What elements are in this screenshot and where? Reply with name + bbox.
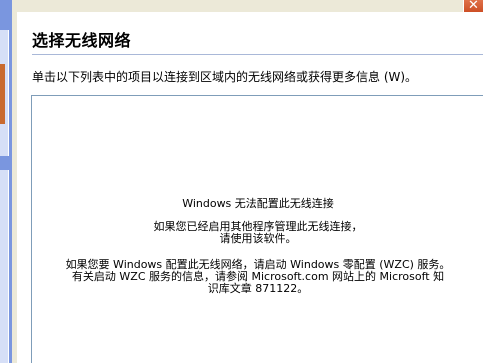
list-message-other-program-cont: 请使用该软件。 bbox=[219, 232, 297, 245]
list-message-kb-article: 识库文章 871122。 bbox=[207, 282, 309, 295]
wireless-network-list[interactable]: Windows 无法配置此无线连接 如果您已经启用其他程序管理此无线连接， 请使… bbox=[31, 95, 483, 363]
page-title: 选择无线网络 bbox=[32, 31, 132, 50]
list-message-title: Windows 无法配置此无线连接 bbox=[182, 197, 334, 210]
related-tasks-pane bbox=[0, 170, 9, 363]
title-divider bbox=[32, 54, 483, 55]
main-panel: 选择无线网络 单击以下列表中的项目以连接到区域内的无线网络或获得更多信息 (W)… bbox=[17, 12, 483, 363]
network-tasks-pane bbox=[0, 30, 9, 156]
instructions-text: 单击以下列表中的项目以连接到区域内的无线网络或获得更多信息 (W)。 bbox=[32, 70, 418, 84]
close-icon: ✕ bbox=[468, 0, 479, 13]
task-highlight bbox=[0, 64, 5, 124]
